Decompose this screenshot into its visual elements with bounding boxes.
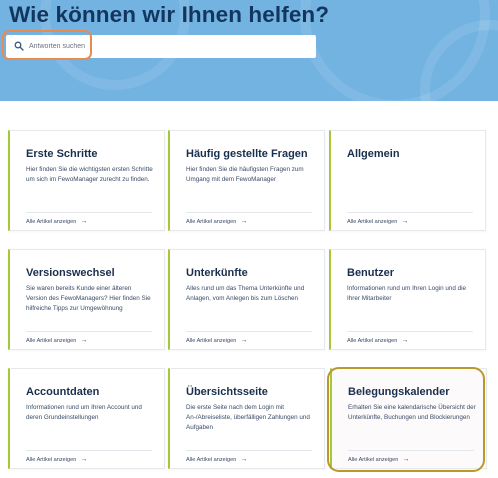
arrow-right-icon: → <box>401 337 409 344</box>
card-divider <box>347 212 473 213</box>
category-card-unterkuenfte[interactable]: Unterkünfte Alles rund um das Thema Unte… <box>168 249 325 350</box>
link-label: Alle Artikel anzeigen <box>26 219 77 225</box>
card-title: Erste Schritte <box>26 148 98 160</box>
card-title: Accountdaten <box>26 386 100 398</box>
search-box[interactable] <box>6 35 316 58</box>
arrow-right-icon: → <box>80 456 88 463</box>
card-divider <box>186 331 312 332</box>
card-description: Hier finden Sie die wichtigsten ersten S… <box>26 166 153 183</box>
link-label: Alle Artikel anzeigen <box>186 338 237 344</box>
all-articles-link[interactable]: Alle Artikel anzeigen → <box>347 337 408 344</box>
card-title: Unterkünfte <box>186 267 248 279</box>
card-description: Sie waren bereits Kunde einer älteren Ve… <box>26 285 151 312</box>
arrow-right-icon: → <box>80 337 88 344</box>
card-title: Übersichtsseite <box>186 386 268 398</box>
page-title: Wie können wir Ihnen helfen? <box>9 2 330 27</box>
all-articles-link[interactable]: Alle Artikel anzeigen → <box>347 218 408 225</box>
category-card-allgemein[interactable]: Allgemein Alle Artikel anzeigen → <box>329 130 486 231</box>
category-card-accountdaten[interactable]: Accountdaten Informationen rund um Ihren… <box>8 368 165 469</box>
card-description: Informationen rund um Ihren Account und … <box>26 404 142 421</box>
arrow-right-icon: → <box>402 456 410 463</box>
card-description: Informationen rund um Ihren Login und di… <box>347 285 467 302</box>
card-title: Belegungskalender <box>348 386 450 398</box>
link-label: Alle Artikel anzeigen <box>26 457 77 463</box>
link-label: Alle Artikel anzeigen <box>26 338 77 344</box>
arrow-right-icon: → <box>401 218 409 225</box>
card-divider <box>26 212 152 213</box>
all-articles-link[interactable]: Alle Artikel anzeigen → <box>348 456 409 463</box>
card-title: Benutzer <box>347 267 395 279</box>
all-articles-link[interactable]: Alle Artikel anzeigen → <box>186 337 247 344</box>
all-articles-link[interactable]: Alle Artikel anzeigen → <box>26 337 87 344</box>
all-articles-link[interactable]: Alle Artikel anzeigen → <box>26 218 87 225</box>
hero-banner: Wie können wir Ihnen helfen? <box>0 0 498 101</box>
all-articles-link[interactable]: Alle Artikel anzeigen → <box>186 218 247 225</box>
arrow-right-icon: → <box>240 456 248 463</box>
all-articles-link[interactable]: Alle Artikel anzeigen → <box>26 456 87 463</box>
search-input[interactable] <box>29 38 299 54</box>
category-card-uebersichtsseite[interactable]: Übersichtsseite Die erste Seite nach dem… <box>168 368 325 469</box>
all-articles-link[interactable]: Alle Artikel anzeigen → <box>186 456 247 463</box>
arrow-right-icon: → <box>80 218 88 225</box>
card-divider <box>26 331 152 332</box>
card-divider <box>348 450 474 451</box>
link-label: Alle Artikel anzeigen <box>348 457 399 463</box>
link-label: Alle Artikel anzeigen <box>186 457 237 463</box>
card-title: Versionswechsel <box>26 267 115 279</box>
link-label: Alle Artikel anzeigen <box>186 219 237 225</box>
arrow-right-icon: → <box>240 218 248 225</box>
arrow-right-icon: → <box>240 337 248 344</box>
card-description: Alles rund um das Thema Unterkünfte und … <box>186 285 305 302</box>
card-description: Erhalten Sie eine kalendarische Übersich… <box>348 404 476 421</box>
category-card-belegungskalender[interactable]: Belegungskalender Erhalten Sie eine kale… <box>330 368 487 469</box>
category-card-haeufig-gestellte-fragen[interactable]: Häufig gestellte Fragen Hier finden Sie … <box>168 130 325 231</box>
card-title: Allgemein <box>347 148 400 160</box>
card-title: Häufig gestellte Fragen <box>186 148 308 160</box>
category-card-versionswechsel[interactable]: Versionswechsel Sie waren bereits Kunde … <box>8 249 165 350</box>
card-divider <box>186 212 312 213</box>
category-card-erste-schritte[interactable]: Erste Schritte Hier finden Sie die wicht… <box>8 130 165 231</box>
card-divider <box>347 331 473 332</box>
card-divider <box>26 450 152 451</box>
card-description: Die erste Seite nach dem Login mit An-/A… <box>186 404 310 431</box>
link-label: Alle Artikel anzeigen <box>347 219 398 225</box>
category-card-benutzer[interactable]: Benutzer Informationen rund um Ihren Log… <box>329 249 486 350</box>
link-label: Alle Artikel anzeigen <box>347 338 398 344</box>
search-icon <box>14 41 24 51</box>
card-description: Hier finden Sie die häufigsten Fragen zu… <box>186 166 304 183</box>
card-divider <box>186 450 312 451</box>
